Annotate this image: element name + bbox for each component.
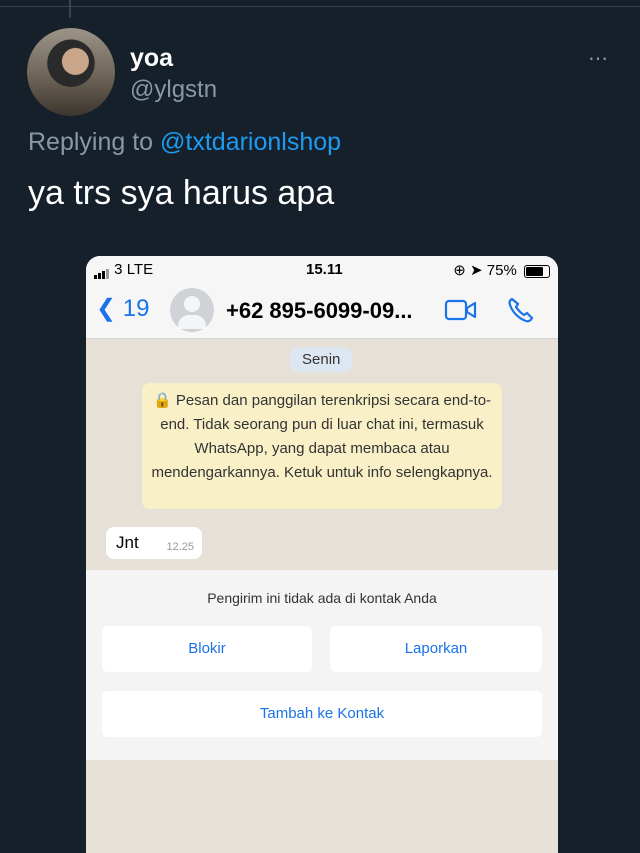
user-handle[interactable]: @ylgstn — [130, 76, 217, 104]
date-chip: Senin — [290, 347, 353, 372]
phone-call-icon[interactable] — [506, 296, 534, 324]
encryption-notice[interactable]: 🔒 Pesan dan panggilan terenkripsi secara… — [142, 383, 502, 509]
contact-name[interactable]: +62 895-6099-09... — [226, 298, 413, 324]
divider — [0, 6, 640, 7]
battery-icon — [524, 264, 550, 278]
message-bubble[interactable]: Jnt 12.25 — [106, 527, 202, 559]
location-icon: ➤ — [470, 262, 483, 279]
more-options-icon[interactable]: ⋯ — [588, 46, 609, 71]
message-time: 12.25 — [166, 541, 194, 553]
chat-header: ❮ 19 +62 895-6099-09... — [86, 284, 558, 339]
contact-avatar[interactable] — [170, 288, 214, 332]
clock: 15.11 — [306, 261, 343, 278]
display-name[interactable]: yoa — [130, 44, 173, 73]
signal-icon — [94, 262, 110, 279]
block-button[interactable]: Blokir — [102, 626, 312, 672]
tweet-text: ya trs sya harus apa — [28, 174, 335, 212]
carrier-info: 3 LTE — [94, 261, 153, 279]
network: LTE — [126, 261, 154, 278]
replying-to: Replying to @txtdarionlshop — [28, 128, 341, 157]
thread-line — [69, 0, 71, 18]
battery-info: ⊕ ➤ 75% — [453, 261, 550, 279]
unknown-sender-panel: Pengirim ini tidak ada di kontak Anda Bl… — [86, 570, 558, 760]
chevron-left-icon: ❮ — [96, 295, 117, 322]
unread-count: 19 — [122, 295, 150, 322]
status-bar: 3 LTE 15.11 ⊕ ➤ 75% — [86, 256, 558, 284]
message-text: Jnt — [116, 533, 139, 552]
mention-link[interactable]: @txtdarionlshop — [160, 128, 341, 156]
battery-percent: 75% — [486, 262, 517, 279]
avatar[interactable] — [27, 28, 115, 116]
carrier: 3 — [114, 261, 123, 278]
add-contact-button[interactable]: Tambah ke Kontak — [102, 691, 542, 737]
lock-rotation-icon: ⊕ — [453, 262, 466, 279]
back-button[interactable]: ❮ 19 — [96, 294, 149, 323]
encryption-text: Pesan dan panggilan terenkripsi secara e… — [151, 392, 493, 481]
report-button[interactable]: Laporkan — [330, 626, 542, 672]
unknown-sender-label: Pengirim ini tidak ada di kontak Anda — [207, 590, 437, 606]
replying-prefix: Replying to — [28, 128, 154, 156]
lock-icon: 🔒 — [152, 392, 176, 409]
attached-screenshot[interactable]: 3 LTE 15.11 ⊕ ➤ 75% ❮ 19 +62 895-6099-09… — [86, 256, 558, 853]
video-call-icon[interactable] — [444, 298, 478, 322]
